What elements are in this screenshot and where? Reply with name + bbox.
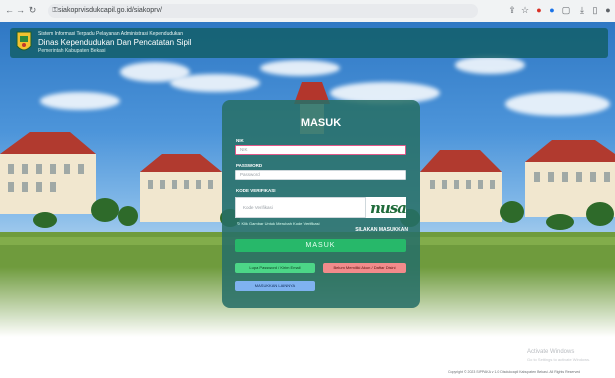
activate-windows-title: Activate Windows bbox=[527, 349, 575, 355]
star-icon[interactable]: ☆ bbox=[520, 5, 530, 15]
regency-logo bbox=[16, 31, 32, 51]
captcha-hint: ↻ Klik Gambar Untuk Merubah Kode Verifik… bbox=[237, 221, 320, 226]
captcha-label: KODE VERIFIKASI bbox=[236, 188, 276, 193]
login-note: SILAKAN MASUKKAN bbox=[355, 227, 408, 233]
header-government-name: Pemerintah Kabupaten Bekasi bbox=[38, 48, 106, 54]
password-input[interactable]: Password bbox=[235, 170, 406, 180]
captcha-text: nusa bbox=[370, 199, 406, 217]
share-icon[interactable]: ⇪ bbox=[507, 5, 517, 15]
forgot-password-button[interactable]: Lupa Password / Kirim Email bbox=[235, 263, 315, 273]
password-label: PASSWORD bbox=[236, 163, 263, 168]
footer-copyright: Copyright © 2023 SIPPAKA v 1.0 Disdukcap… bbox=[448, 370, 581, 374]
password-placeholder: Password bbox=[240, 172, 260, 177]
url-text: siakoprvisdukcapil.go.id/siakoprv/ bbox=[58, 7, 162, 14]
address-bar[interactable]: ⚿ siakoprvisdukcapil.go.id/siakoprv/ bbox=[48, 4, 478, 18]
browser-toolbar: ← → ↻ ⚿ siakoprvisdukcapil.go.id/siakopr… bbox=[0, 0, 615, 23]
forward-arrow-icon[interactable]: → bbox=[15, 5, 26, 16]
puzzle-icon[interactable]: ▢ bbox=[561, 5, 571, 15]
avatar[interactable]: ● bbox=[603, 5, 613, 15]
captcha-input[interactable]: Kode Verifikasi bbox=[235, 197, 366, 218]
captcha-row: Kode Verifikasi nusa bbox=[235, 197, 406, 218]
activate-windows-subtitle: Go to Settings to activate Windows. bbox=[527, 357, 591, 362]
nik-placeholder: NIK bbox=[240, 147, 248, 152]
extension-icon[interactable]: ● bbox=[534, 5, 544, 15]
login-card: MASUK NIK NIK PASSWORD Password KODE VER… bbox=[222, 100, 420, 308]
captcha-hint-text: Klik Gambar Untuk Merubah Kode Verifikas… bbox=[241, 221, 320, 226]
nik-label: NIK bbox=[236, 138, 244, 143]
header-system-name: Sistem Informasi Terpadu Pelayanan Admin… bbox=[38, 31, 183, 37]
register-button[interactable]: Belum Memiliki Akun / Daftar Disini bbox=[323, 263, 406, 273]
back-arrow-icon[interactable]: ← bbox=[4, 5, 15, 16]
reload-icon[interactable]: ↻ bbox=[27, 5, 38, 16]
nik-input[interactable]: NIK bbox=[235, 145, 406, 155]
login-title: MASUK bbox=[300, 117, 342, 129]
other-login-button[interactable]: MASUKKAN LAINNYA bbox=[235, 281, 315, 291]
download-icon[interactable]: ⤓ bbox=[577, 5, 587, 15]
login-submit-button[interactable]: MASUK bbox=[235, 239, 406, 252]
site-header: Sistem Informasi Terpadu Pelayanan Admin… bbox=[10, 28, 608, 58]
extension-icon-2[interactable]: ● bbox=[547, 5, 557, 15]
captcha-image[interactable]: nusa bbox=[366, 197, 406, 218]
header-department-name: Dinas Kependudukan Dan Pencatatan Sipil bbox=[38, 38, 192, 47]
sidebar-icon[interactable]: ▯ bbox=[590, 5, 600, 15]
captcha-placeholder: Kode Verifikasi bbox=[243, 205, 273, 210]
